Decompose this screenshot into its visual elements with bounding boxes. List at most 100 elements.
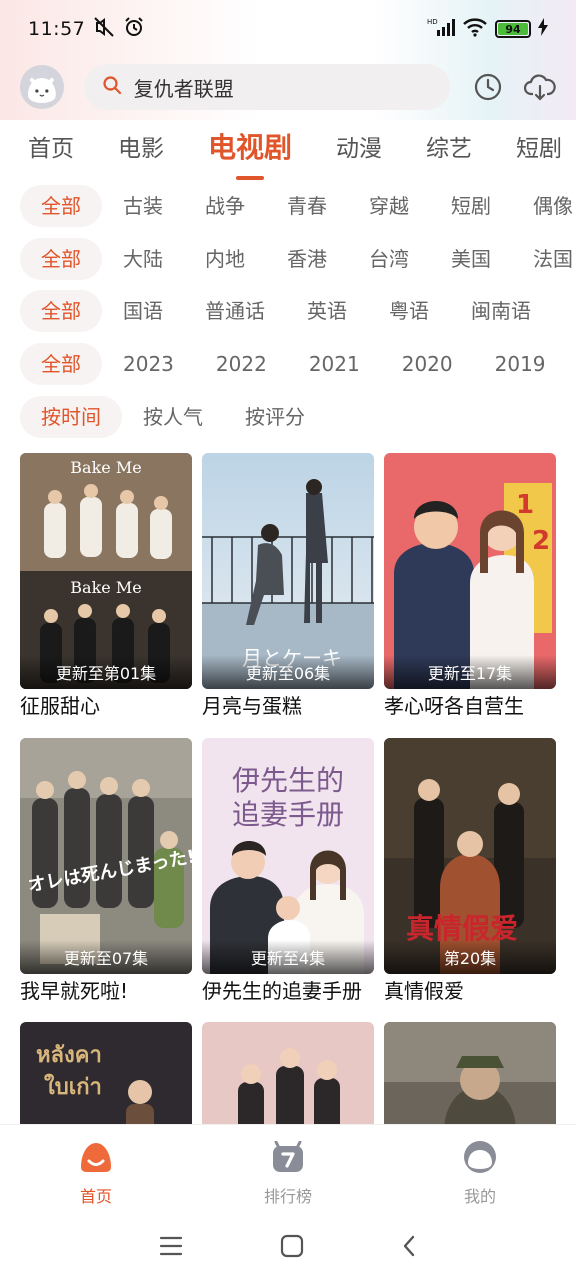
drama-card[interactable]: オレは死んじまった! 更新至07集 我早就死啦! bbox=[20, 738, 192, 1006]
genre-filter-chip[interactable]: 短剧 bbox=[430, 185, 512, 227]
tab-anime[interactable]: 动漫 bbox=[336, 129, 382, 163]
year-filter-row: 全部 2023 2022 2021 2020 2019 2018 bbox=[20, 343, 576, 385]
tab-home[interactable]: 首页 bbox=[28, 129, 74, 163]
svg-text:1: 1 bbox=[516, 490, 534, 520]
language-filter-chip[interactable]: 全部 bbox=[20, 290, 102, 332]
language-filter-chip[interactable]: 国语 bbox=[102, 290, 184, 332]
drama-card[interactable]: 1 2 4 更新至17集 孝心呀各自营生 bbox=[384, 453, 556, 721]
region-filter-chip[interactable]: 大陆 bbox=[102, 238, 184, 280]
poster-image: 1 2 4 更新至17集 bbox=[384, 453, 556, 689]
drama-title: 征服甜心 bbox=[20, 694, 100, 718]
category-tabs: 首页 电影 电视剧 动漫 综艺 短剧 bbox=[0, 118, 576, 174]
drama-title: 真情假爱 bbox=[384, 979, 464, 1003]
tab-short-drama[interactable]: 短剧 bbox=[516, 129, 562, 163]
svg-text:ใบเก่า: ใบเก่า bbox=[44, 1073, 102, 1100]
language-filter-chip[interactable]: 闽南语 bbox=[450, 290, 552, 332]
year-filter-chip[interactable]: 2023 bbox=[102, 343, 195, 385]
language-filter-chip[interactable]: 粤语 bbox=[368, 290, 450, 332]
battery-level: 94 bbox=[498, 23, 528, 36]
poster-image: 真情假爱 第20集 bbox=[384, 738, 556, 974]
wifi-icon bbox=[462, 17, 488, 42]
ranking-icon bbox=[271, 1140, 305, 1177]
year-filter-chip[interactable]: 2018 bbox=[567, 343, 576, 385]
language-filter-row: 全部 国语 普通话 英语 粤语 闽南语 bbox=[20, 290, 576, 332]
bottom-nav-label: 我的 bbox=[463, 1187, 496, 1206]
genre-filter-row: 全部 古装 战争 青春 穿越 短剧 偶像 bbox=[20, 185, 576, 227]
bottom-nav-ranking[interactable]: 排行榜 bbox=[192, 1140, 384, 1207]
drama-card[interactable]: 月とケーキ 更新至06集 月亮与蛋糕 bbox=[202, 453, 374, 721]
region-filter-chip[interactable]: 法国 bbox=[512, 238, 576, 280]
home-icon bbox=[78, 1141, 114, 1177]
year-filter-chip[interactable]: 2019 bbox=[474, 343, 567, 385]
search-placeholder: 复仇者联盟 bbox=[133, 76, 234, 101]
poster-image: 月とケーキ 更新至06集 bbox=[202, 453, 374, 689]
genre-filter-chip[interactable]: 偶像 bbox=[512, 185, 576, 227]
home-button-icon[interactable] bbox=[280, 1234, 304, 1262]
year-filter-chip[interactable]: 全部 bbox=[20, 343, 102, 385]
app-header: 复仇者联盟 bbox=[0, 62, 576, 112]
sort-chip-popularity[interactable]: 按人气 bbox=[122, 396, 224, 438]
genre-filter-chip[interactable]: 全部 bbox=[20, 185, 102, 227]
drama-card[interactable]: Bake Me Bake Me 更新至第01集 征服甜心 bbox=[20, 453, 192, 721]
bottom-nav-profile[interactable]: 我的 bbox=[384, 1141, 576, 1207]
genre-filter-chip[interactable]: 穿越 bbox=[348, 185, 430, 227]
drama-card[interactable]: 伊先生的 追妻手册 更新至4集 伊先生的追妻手册 bbox=[202, 738, 374, 1006]
genre-filter-chip[interactable]: 战争 bbox=[184, 185, 266, 227]
charging-icon bbox=[538, 17, 548, 41]
svg-text:Bake Me: Bake Me bbox=[70, 578, 141, 597]
menu-icon[interactable] bbox=[159, 1235, 183, 1261]
tab-movie[interactable]: 电影 bbox=[118, 129, 164, 163]
user-avatar[interactable] bbox=[20, 65, 64, 109]
back-icon[interactable] bbox=[401, 1234, 417, 1262]
region-filter-chip[interactable]: 香港 bbox=[266, 238, 348, 280]
download-icon[interactable] bbox=[524, 71, 556, 103]
region-filter-chip[interactable]: 全部 bbox=[20, 238, 102, 280]
search-icon bbox=[102, 75, 122, 100]
region-filter-chip[interactable]: 美国 bbox=[430, 238, 512, 280]
status-bar: 11:57 HD 94 bbox=[0, 0, 576, 58]
genre-filter-chip[interactable]: 古装 bbox=[102, 185, 184, 227]
poster-image: Bake Me Bake Me 更新至第01集 bbox=[20, 453, 192, 689]
search-input[interactable]: 复仇者联盟 bbox=[83, 64, 451, 110]
status-time: 11:57 bbox=[28, 18, 86, 40]
drama-title: 伊先生的追妻手册 bbox=[202, 979, 362, 1003]
poster-image: 伊先生的 追妻手册 更新至4集 bbox=[202, 738, 374, 974]
region-filter-chip[interactable]: 内地 bbox=[184, 238, 266, 280]
year-filter-chip[interactable]: 2021 bbox=[288, 343, 381, 385]
sort-chip-time[interactable]: 按时间 bbox=[20, 396, 122, 438]
mute-icon bbox=[93, 16, 115, 43]
poster-image: オレは死んじまった! 更新至07集 bbox=[20, 738, 192, 974]
svg-text:追妻手册: 追妻手册 bbox=[232, 798, 344, 831]
svg-text:หลังคา: หลังคา bbox=[36, 1042, 102, 1068]
network-label: HD bbox=[427, 18, 438, 26]
svg-text:Bake Me: Bake Me bbox=[70, 458, 141, 477]
alarm-icon bbox=[123, 16, 145, 43]
language-filter-chip[interactable]: 英语 bbox=[286, 290, 368, 332]
genre-filter-chip[interactable]: 青春 bbox=[266, 185, 348, 227]
bottom-nav-home[interactable]: 首页 bbox=[0, 1141, 192, 1207]
sort-chip-rating[interactable]: 按评分 bbox=[224, 396, 326, 438]
sort-filter-row: 按时间 按人气 按评分 bbox=[20, 396, 576, 438]
episode-badge: 更新至4集 bbox=[202, 940, 374, 974]
drama-title: 月亮与蛋糕 bbox=[202, 694, 302, 718]
system-navigation-bar bbox=[0, 1216, 576, 1280]
episode-badge: 第20集 bbox=[384, 940, 556, 974]
episode-badge: 更新至06集 bbox=[202, 655, 374, 689]
tab-variety[interactable]: 综艺 bbox=[426, 129, 472, 163]
region-filter-row: 全部 大陆 内地 香港 台湾 美国 法国 bbox=[20, 238, 576, 280]
bottom-nav-label: 首页 bbox=[79, 1187, 112, 1206]
drama-title: 我早就死啦! bbox=[20, 979, 129, 1003]
language-filter-chip[interactable]: 普通话 bbox=[184, 290, 286, 332]
bottom-navigation: 首页 排行榜 我的 bbox=[0, 1124, 576, 1216]
region-filter-chip[interactable]: 台湾 bbox=[348, 238, 430, 280]
bottom-nav-label: 排行榜 bbox=[263, 1187, 312, 1206]
episode-badge: 更新至07集 bbox=[20, 940, 192, 974]
svg-text:伊先生的: 伊先生的 bbox=[232, 764, 344, 797]
episode-badge: 更新至第01集 bbox=[20, 655, 192, 689]
year-filter-chip[interactable]: 2020 bbox=[381, 343, 474, 385]
episode-badge: 更新至17集 bbox=[384, 655, 556, 689]
history-icon[interactable] bbox=[472, 71, 504, 103]
tab-tv-series[interactable]: 电视剧 bbox=[208, 126, 292, 166]
year-filter-chip[interactable]: 2022 bbox=[195, 343, 288, 385]
drama-card[interactable]: 真情假爱 第20集 真情假爱 bbox=[384, 738, 556, 1006]
